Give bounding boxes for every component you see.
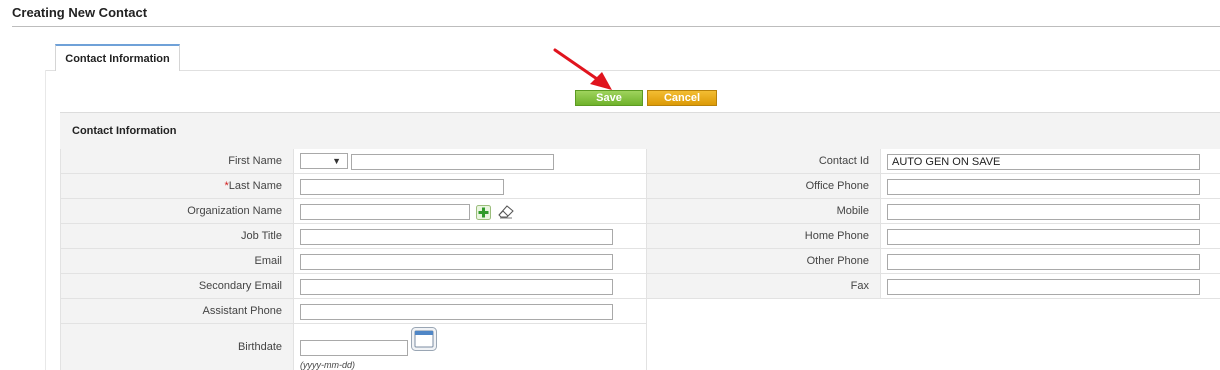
- red-arrow-icon: [553, 48, 612, 90]
- secondary-email-label: Secondary Email: [61, 274, 294, 299]
- contact-id-label: Contact Id: [647, 149, 881, 174]
- organization-name-input[interactable]: [300, 204, 470, 220]
- section-title: Contact Information: [72, 125, 177, 137]
- birthdate-format-hint: (yyyy-mm-dd): [300, 360, 355, 370]
- office-phone-input[interactable]: [887, 179, 1200, 195]
- last-name-label-text: Last Name: [228, 180, 282, 192]
- salutation-select[interactable]: ▼: [300, 153, 348, 169]
- birthdate-input[interactable]: [300, 340, 408, 356]
- other-phone-input[interactable]: [887, 254, 1200, 270]
- last-name-input[interactable]: [300, 179, 504, 195]
- tab-baseline: [45, 70, 1220, 71]
- secondary-email-input[interactable]: [300, 279, 613, 295]
- other-phone-label: Other Phone: [647, 249, 881, 274]
- first-name-input[interactable]: [351, 154, 554, 170]
- eraser-icon[interactable]: [498, 205, 514, 219]
- email-input[interactable]: [300, 254, 613, 270]
- mobile-label: Mobile: [647, 199, 881, 224]
- assistant-phone-label: Assistant Phone: [61, 299, 294, 324]
- home-phone-input[interactable]: [887, 229, 1200, 245]
- job-title-label: Job Title: [61, 224, 294, 249]
- job-title-input[interactable]: [300, 229, 613, 245]
- birthdate-label: Birthdate: [61, 324, 294, 370]
- calendar-icon[interactable]: [411, 327, 437, 351]
- fax-input[interactable]: [887, 279, 1200, 295]
- plus-icon[interactable]: [476, 205, 491, 220]
- first-name-label: First Name: [61, 149, 294, 174]
- mobile-input[interactable]: [887, 204, 1200, 220]
- email-label: Email: [61, 249, 294, 274]
- last-name-label: *Last Name: [61, 174, 294, 199]
- section-header: Contact Information: [60, 112, 1220, 149]
- tab-contact-information[interactable]: Contact Information: [55, 44, 180, 71]
- office-phone-label: Office Phone: [647, 174, 881, 199]
- title-divider: [12, 26, 1220, 27]
- assistant-phone-input[interactable]: [300, 304, 613, 320]
- home-phone-label: Home Phone: [647, 224, 881, 249]
- chevron-down-icon: ▼: [332, 156, 341, 166]
- contact-id-input[interactable]: [887, 154, 1200, 170]
- page-title: Creating New Contact: [12, 5, 148, 20]
- fax-label: Fax: [647, 274, 881, 299]
- organization-name-label: Organization Name: [61, 199, 294, 224]
- panel-border: [45, 70, 46, 370]
- cancel-button[interactable]: Cancel: [647, 90, 717, 106]
